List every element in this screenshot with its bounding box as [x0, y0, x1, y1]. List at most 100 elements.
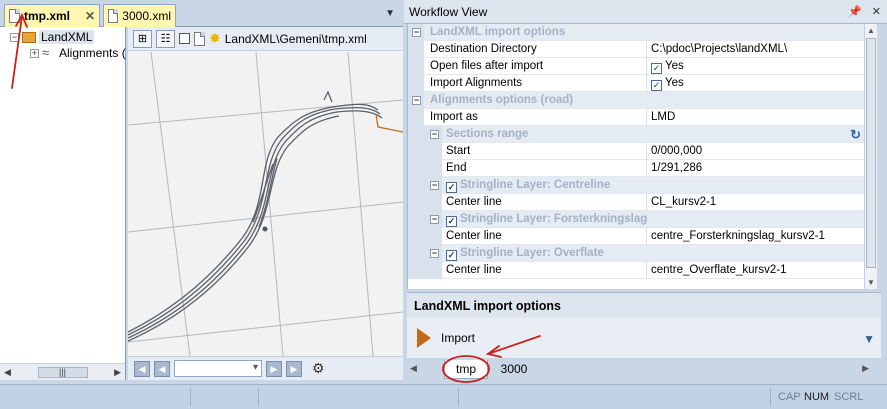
- folder-icon: [22, 31, 36, 43]
- property-value-text: 0/000,000: [651, 145, 703, 157]
- view-toolbar: ⊞ ☷ ✸ LandXML\Gemeni\tmp.xml: [128, 27, 403, 51]
- alignment-icon: ≈: [42, 45, 50, 60]
- workflow-view: Workflow View 📌 ✕ − LandXML import option…: [404, 0, 887, 380]
- property-category[interactable]: − Alignments options (road): [408, 92, 864, 109]
- property-value[interactable]: LMD: [646, 109, 861, 126]
- property-name-text: Sections range: [446, 128, 529, 140]
- collapse-icon[interactable]: −: [430, 181, 439, 190]
- property-name-text: Stringline Layer: Overflate: [460, 247, 604, 259]
- property-value[interactable]: CL_kursv2-1: [646, 194, 861, 211]
- scroll-up-icon[interactable]: ▲: [867, 26, 875, 35]
- property-name-text: Import as: [430, 111, 478, 123]
- alignment-route[interactable]: [128, 103, 383, 342]
- property-category[interactable]: − ✓ Stringline Layer: Forsterkningslag: [408, 211, 864, 228]
- property-category[interactable]: − ✓ Stringline Layer: Centreline: [408, 177, 864, 194]
- route-end-marker: [323, 90, 333, 103]
- tree-item-label: Alignments (: [59, 46, 126, 60]
- tree-item-label: LandXML: [39, 30, 95, 44]
- property-row[interactable]: Destination Directory C:\pdoc\Projects\la…: [408, 41, 864, 58]
- view-path: LandXML\Gemeni\tmp.xml: [224, 31, 367, 46]
- checkbox[interactable]: ✓: [446, 182, 457, 193]
- file-icon: [194, 31, 205, 46]
- checkbox[interactable]: ✓: [446, 216, 457, 227]
- settings-icon[interactable]: ⚙: [312, 360, 325, 377]
- scroll-right-icon[interactable]: ▶: [114, 367, 121, 378]
- property-category[interactable]: − Sections range ↻: [408, 126, 864, 143]
- import-action[interactable]: Import: [417, 328, 475, 348]
- checkbox[interactable]: ✓: [651, 80, 662, 91]
- collapse-icon[interactable]: −: [430, 215, 439, 224]
- property-value-text: LMD: [651, 111, 676, 123]
- property-name-text: Alignments options (road): [430, 94, 574, 106]
- view-checkbox[interactable]: [179, 33, 190, 44]
- file-icon: [108, 9, 119, 23]
- tab-tmp-xml[interactable]: tmp.xml ✕: [4, 4, 100, 27]
- next-page-icon[interactable]: ▶: [266, 360, 282, 377]
- collapse-icon[interactable]: −: [412, 28, 421, 37]
- property-value[interactable]: ✓ Yes: [646, 58, 861, 75]
- first-page-icon[interactable]: ◀: [134, 360, 150, 377]
- property-row[interactable]: Import as LMD: [408, 109, 864, 126]
- chevron-down-icon[interactable]: ▼: [863, 332, 875, 346]
- refresh-icon[interactable]: ↻: [850, 127, 861, 143]
- property-row[interactable]: Center line CL_kursv2-1: [408, 194, 864, 211]
- tab-3000-xml[interactable]: 3000.xml: [103, 4, 176, 27]
- scroll-left-icon[interactable]: ◀: [4, 367, 11, 378]
- property-row[interactable]: Center line centre_Forsterkningslag_kursv…: [408, 228, 864, 245]
- properties-icon[interactable]: ☷: [156, 29, 175, 48]
- scroll-thumb[interactable]: |||: [37, 366, 88, 378]
- map-canvas[interactable]: [128, 52, 403, 356]
- property-name-text: Import Alignments: [430, 77, 523, 89]
- grid-margin: [408, 75, 424, 92]
- grid-margin: [408, 177, 424, 194]
- collapse-icon[interactable]: −: [430, 130, 439, 139]
- grid-icon[interactable]: ⊞: [133, 29, 152, 48]
- tab-scroll-right-icon[interactable]: ▶: [862, 363, 869, 374]
- last-page-icon[interactable]: ▶: [286, 360, 302, 377]
- property-row[interactable]: Center line centre_Overflate_kursv2-1: [408, 262, 864, 279]
- property-grid-scrollbar[interactable]: ▲ ▼: [864, 24, 877, 289]
- tree-item-alignments[interactable]: + ≈ Alignments (: [30, 46, 126, 60]
- property-row[interactable]: End 1/291,286: [408, 160, 864, 177]
- property-name-text: Center line: [446, 264, 502, 276]
- workflow-tab-tmp[interactable]: tmp: [444, 360, 488, 379]
- checkbox[interactable]: ✓: [651, 63, 662, 74]
- scroll-down-icon[interactable]: ▼: [867, 278, 875, 287]
- property-row[interactable]: Import Alignments ✓ Yes: [408, 75, 864, 92]
- collapse-icon[interactable]: −: [412, 96, 421, 105]
- collapse-icon[interactable]: −: [10, 32, 19, 42]
- expand-icon[interactable]: +: [30, 48, 39, 58]
- checkbox[interactable]: ✓: [446, 250, 457, 261]
- scroll-thumb[interactable]: [866, 38, 876, 268]
- property-value[interactable]: 0/000,000: [646, 143, 861, 160]
- chevron-down-icon[interactable]: ▼: [385, 8, 395, 19]
- grid-margin: [424, 194, 442, 211]
- tab-scroll-left-icon[interactable]: ◀: [410, 363, 417, 374]
- pin-icon[interactable]: 📌: [848, 5, 862, 18]
- status-divider: [458, 388, 459, 406]
- property-value[interactable]: ✓ Yes: [646, 75, 861, 92]
- property-category[interactable]: − LandXML import options: [408, 24, 864, 41]
- workflow-tab-3000[interactable]: 3000: [494, 360, 534, 379]
- property-row[interactable]: Open files after import ✓ Yes: [408, 58, 864, 75]
- page-select[interactable]: [174, 360, 262, 377]
- status-divider: [770, 388, 771, 406]
- document-tab-strip: tmp.xml ✕ 3000.xml ▼: [0, 0, 403, 27]
- property-value[interactable]: C:\pdoc\Projects\landXML\: [646, 41, 861, 58]
- tree-horizontal-scrollbar[interactable]: ◀ ||| ▶: [0, 363, 125, 380]
- close-icon[interactable]: ✕: [85, 9, 95, 23]
- document-area: tmp.xml ✕ 3000.xml ▼ − LandXML + ≈ Align…: [0, 0, 403, 380]
- property-value[interactable]: 1/291,286: [646, 160, 861, 177]
- grid-margin: [424, 262, 442, 279]
- property-value[interactable]: centre_Forsterkningslag_kursv2-1: [646, 228, 861, 245]
- grid-margin: [408, 143, 424, 160]
- property-name: End: [446, 160, 466, 177]
- property-name-text: Open files after import: [430, 60, 544, 72]
- property-row[interactable]: Start 0/000,000: [408, 143, 864, 160]
- collapse-icon[interactable]: −: [430, 249, 439, 258]
- close-icon[interactable]: ✕: [872, 5, 881, 18]
- property-category[interactable]: − ✓ Stringline Layer: Overflate: [408, 245, 864, 262]
- tree-item-landxml[interactable]: − LandXML: [10, 30, 95, 44]
- previous-page-icon[interactable]: ◀: [154, 360, 170, 377]
- property-value[interactable]: centre_Overflate_kursv2-1: [646, 262, 861, 279]
